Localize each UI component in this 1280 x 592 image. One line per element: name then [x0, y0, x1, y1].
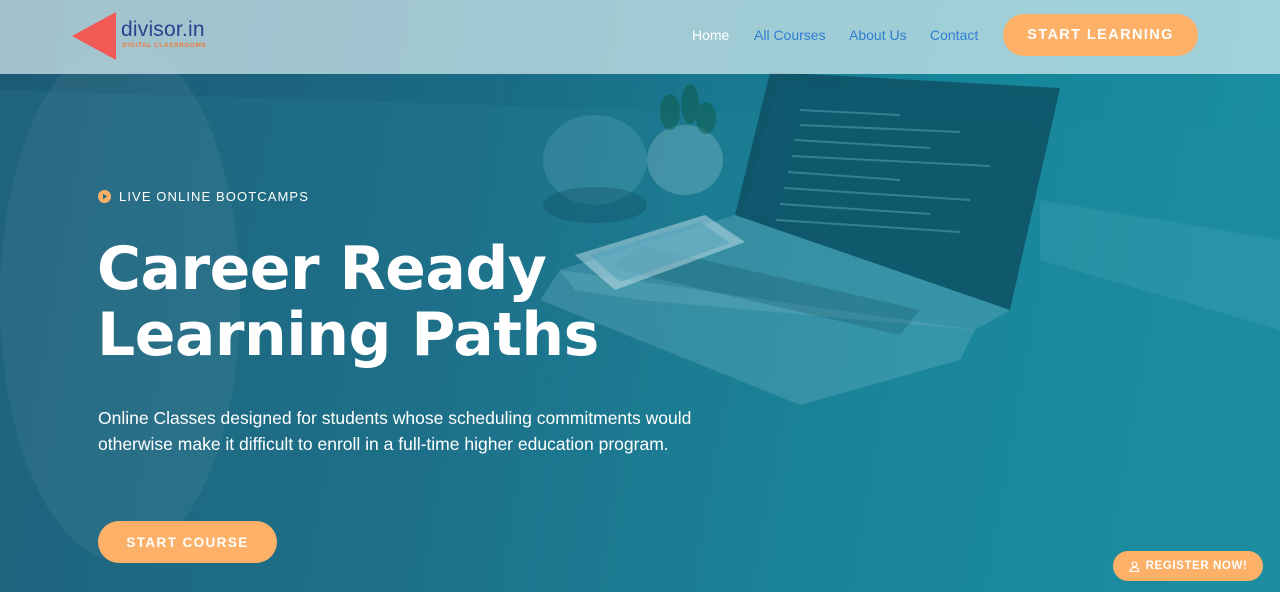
brand-name: divisor.in: [121, 18, 205, 41]
eyebrow-text: LIVE ONLINE BOOTCAMPS: [119, 189, 309, 204]
play-triangle-logo-icon: [72, 12, 116, 60]
hero-title-line-1: Career Ready: [97, 234, 547, 304]
hero-title: Career Ready Learning Paths: [97, 236, 717, 368]
hero-section: divisor.in Digital Classrooms Home All C…: [0, 0, 1280, 592]
brand-logo[interactable]: divisor.in Digital Classrooms: [70, 10, 230, 62]
register-now-button[interactable]: REGISTER NOW!: [1113, 551, 1263, 581]
site-header: divisor.in Digital Classrooms Home All C…: [0, 0, 1280, 74]
hero-title-line-2: Learning Paths: [97, 300, 599, 370]
start-learning-button[interactable]: START LEARNING: [1003, 14, 1198, 56]
user-icon: [1129, 560, 1140, 572]
nav-link-home[interactable]: Home: [692, 27, 729, 43]
play-circle-icon: [98, 190, 111, 203]
start-course-button[interactable]: START COURSE: [98, 521, 277, 563]
register-now-label: REGISTER NOW!: [1145, 560, 1248, 572]
nav-link-about-us[interactable]: About Us: [849, 27, 907, 43]
brand-tagline: Digital Classrooms: [122, 42, 207, 49]
nav-link-all-courses[interactable]: All Courses: [754, 27, 826, 43]
nav-link-contact[interactable]: Contact: [930, 27, 978, 43]
hero-eyebrow: LIVE ONLINE BOOTCAMPS: [98, 189, 309, 204]
hero-description: Online Classes designed for students who…: [98, 408, 692, 454]
